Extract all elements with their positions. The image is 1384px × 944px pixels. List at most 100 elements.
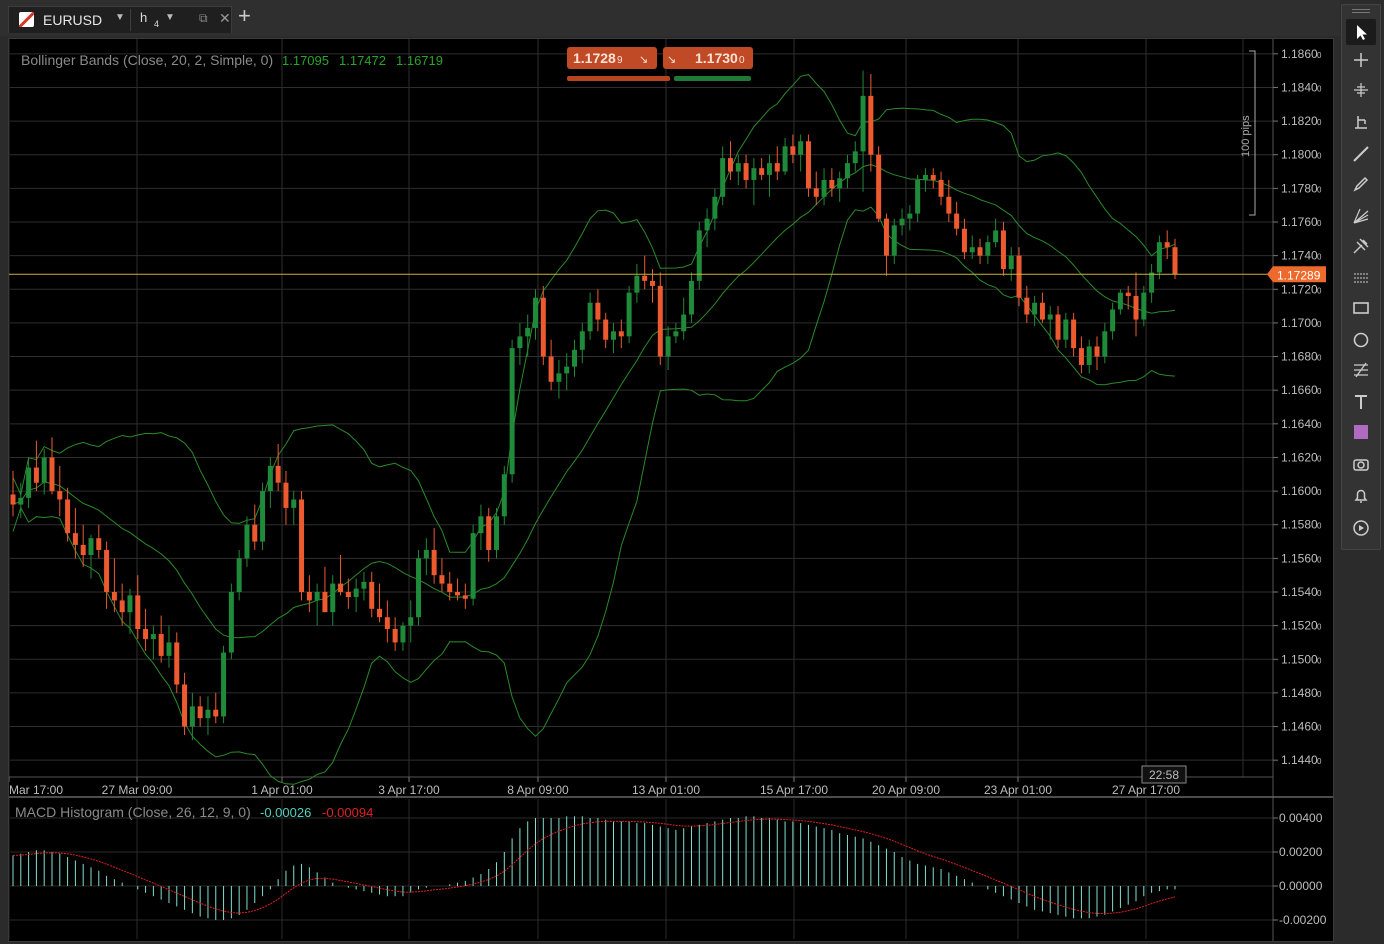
price-tick-digit: 0 <box>1317 555 1322 564</box>
pitchfork-tool-button[interactable] <box>1346 233 1376 259</box>
fib-fan-tool-button[interactable] <box>1346 203 1376 229</box>
candle-body <box>533 297 539 328</box>
quick-measure-tool-button[interactable] <box>1346 77 1376 103</box>
candle-body <box>977 247 983 256</box>
horizontal-lines-icon <box>1354 273 1368 283</box>
crosshair-tool-button[interactable] <box>1346 47 1376 73</box>
price-tick-digit: 0 <box>1317 253 1322 262</box>
fib-tool-button[interactable] <box>1346 109 1376 135</box>
candle-body <box>1063 319 1069 340</box>
replay-tool-button[interactable] <box>1346 515 1376 541</box>
chart-tab-eurusd[interactable]: EURUSD ▼ h 4 ▼ ⧉ ✕ <box>8 6 232 33</box>
candle-body <box>610 331 616 340</box>
price-tick-label: 1.1780 <box>1281 181 1318 195</box>
time-label: 20 Apr 09:00 <box>872 783 940 797</box>
price-tick-label: 1.1740 <box>1281 249 1318 263</box>
candle-body <box>213 709 219 717</box>
fib-icon <box>1355 116 1367 129</box>
chart-canvas[interactable]: 1.1860 01.1840 01.1820 01.1800 01.1780 01.176… <box>9 39 1333 941</box>
chart-area[interactable]: 1.1860 0 1.1840 0 1.1820 0 1.1800 0 1.1780 0 1.176… <box>8 38 1334 942</box>
sell-volume-bar <box>567 76 670 81</box>
toolbar-grip[interactable] <box>1352 9 1370 13</box>
rectangle-tool-button[interactable] <box>1346 295 1376 321</box>
price-tick-digit: 0 <box>1317 286 1322 295</box>
candle-body <box>197 706 203 719</box>
candle-body <box>26 467 32 498</box>
candle-body <box>275 465 281 483</box>
candle-body <box>470 533 476 599</box>
bollinger-legend: Bollinger Bands (Close, 20, 2, Simple, 0… <box>21 52 443 68</box>
candle-body <box>540 297 546 357</box>
price-tick-label: 1.1760 <box>1281 215 1318 229</box>
tab-bar: EURUSD ▼ h 4 ▼ ⧉ ✕ + <box>0 0 1340 36</box>
circle-tool-button[interactable] <box>1346 327 1376 353</box>
time-label: 27 Apr 17:00 <box>1112 783 1180 797</box>
candle-body <box>509 348 515 475</box>
symbol-dropdown-icon[interactable]: ▼ <box>115 12 125 23</box>
price-tick-label: 1.1720 <box>1281 282 1318 296</box>
candle-body <box>751 168 757 180</box>
candle-body <box>267 465 273 492</box>
price-tick-digit: 0 <box>1317 219 1322 228</box>
candle-body <box>993 230 999 243</box>
buy-price: 1.1730 <box>695 50 738 66</box>
candle-body <box>1133 296 1139 320</box>
sell-price: 1.1728 <box>573 50 616 66</box>
candle-body <box>572 349 578 367</box>
candle-body <box>205 709 211 719</box>
candle-body <box>486 516 492 550</box>
candle-body <box>1071 319 1077 349</box>
candle-body <box>299 499 305 592</box>
camera-tool-button[interactable] <box>1346 451 1376 477</box>
trendline-tool-button[interactable] <box>1346 141 1376 167</box>
candle-body <box>455 592 461 596</box>
time-label: 23 Apr 01:00 <box>984 783 1052 797</box>
trendline-icon <box>1353 146 1369 162</box>
fib-fan-icon <box>1353 208 1369 224</box>
alert-tool-button[interactable] <box>1346 483 1376 509</box>
macd-label: MACD Histogram (Close, 26, 12, 9, 0) <box>15 804 251 820</box>
pips-label: 100 pips <box>1240 115 1252 157</box>
bollinger-upper-band <box>12 74 1176 553</box>
candle-body <box>400 625 406 643</box>
price-tick-digit: 0 <box>1317 522 1322 531</box>
buy-pip: 0 <box>739 55 745 66</box>
pencil-tool-button[interactable] <box>1346 171 1376 197</box>
horizontal-lines-tool-button[interactable] <box>1346 265 1376 291</box>
candle-body <box>930 174 936 180</box>
price-tick-label: 1.1560 <box>1281 551 1318 565</box>
candle-body <box>837 178 843 189</box>
close-tab-icon[interactable]: ✕ <box>219 10 231 27</box>
crosshair-icon <box>1354 53 1368 67</box>
candle-body <box>782 146 788 172</box>
candle-body <box>899 218 905 226</box>
candle-body <box>938 179 944 197</box>
new-tab-icon[interactable]: + <box>238 4 251 28</box>
timeframe-label[interactable]: h <box>140 10 147 25</box>
candle-body <box>306 592 312 601</box>
text-tool-button[interactable] <box>1346 389 1376 415</box>
sell-pip: 9 <box>617 55 623 66</box>
replay-icon <box>1353 520 1369 536</box>
color-square-tool-button[interactable] <box>1346 419 1376 445</box>
candle-body <box>876 154 882 219</box>
popout-icon[interactable]: ⧉ <box>199 11 208 26</box>
rectangle-icon <box>1353 302 1369 314</box>
symbol-label[interactable]: EURUSD <box>43 12 102 28</box>
candle-body <box>18 497 24 505</box>
candle-body <box>384 617 390 629</box>
candle-body <box>649 280 655 286</box>
candle-body <box>252 524 258 542</box>
price-tick-label: 1.1440 <box>1281 753 1318 767</box>
candle-body <box>907 213 913 219</box>
price-tick-digit: 0 <box>1317 185 1322 194</box>
cursor-tool-button[interactable] <box>1346 19 1376 45</box>
quote-panel: 1.1728 9 ↘ ↘ 1.1730 0 <box>567 47 753 81</box>
price-tick-label: 1.1600 <box>1281 484 1318 498</box>
price-tick-label: 1.1860 <box>1281 47 1318 61</box>
candle-body <box>104 549 110 592</box>
timeframe-dropdown-icon[interactable]: ▼ <box>165 12 175 23</box>
fib-ext-tool-button[interactable] <box>1346 357 1376 383</box>
candle-body <box>65 499 71 534</box>
current-price-marker: 1.17289 <box>1267 266 1326 283</box>
